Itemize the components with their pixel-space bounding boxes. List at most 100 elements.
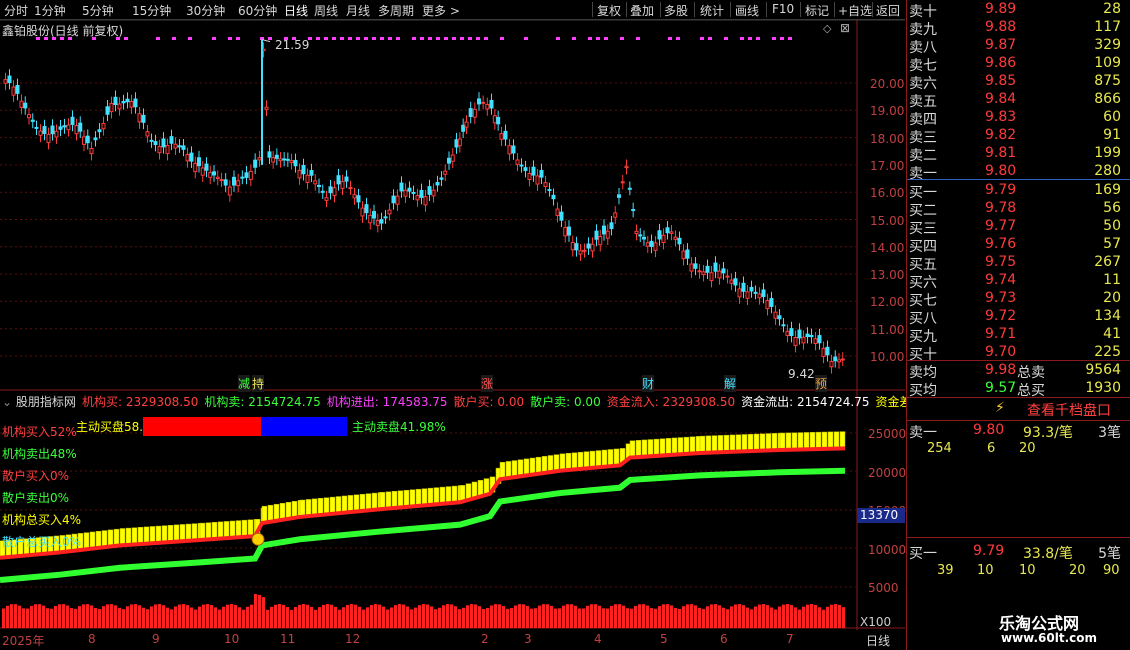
bid-row[interactable]: 买二 9.78 56 [907,199,1130,217]
ask-row[interactable]: 卖十 9.89 28 [907,0,1130,18]
tab-60min[interactable]: 60分钟 [238,2,277,19]
ask-row[interactable]: 卖九 9.88 117 [907,18,1130,36]
indicator-field: 资金流出: 2154724.75 [741,395,869,409]
ask-row[interactable]: 卖五 9.84 866 [907,90,1130,108]
tab-more[interactable]: 更多 > [422,2,460,19]
volume-bar [398,604,401,628]
volume-bar [70,608,73,628]
bid-row[interactable]: 买三 9.77 50 [907,217,1130,235]
button-mark[interactable]: 标记 [805,2,829,19]
tab-timeshare[interactable]: 分时 [4,2,28,19]
volume-bar [410,609,413,628]
bid-row[interactable]: 买八 9.72 134 [907,307,1130,325]
collapse-icon[interactable]: ⌄ [2,395,12,409]
inflow-bar [706,436,711,451]
tab-daily[interactable]: 日线 [284,2,308,19]
event-marker-reduce[interactable]: 减 [238,375,250,392]
ask-row[interactable]: 卖七 9.86 109 [907,54,1130,72]
tab-1min[interactable]: 1分钟 [34,2,66,19]
candle-body [286,159,289,160]
bid-row[interactable]: 买七 9.73 20 [907,289,1130,307]
bid-row[interactable]: 买五 9.75 267 [907,253,1130,271]
button-statistics[interactable]: 统计 [700,2,724,19]
button-overlay[interactable]: 叠加 [630,2,654,19]
candle-body [806,334,809,336]
ask-row[interactable]: 卖三 9.82 91 [907,126,1130,144]
candle-body [24,103,27,108]
period-indicator[interactable]: 日线 [866,632,890,649]
inflow-bar [484,479,489,494]
volume-bar [242,610,245,628]
tab-monthly[interactable]: 月线 [346,2,370,19]
close-icon[interactable]: ⊠ [840,21,850,35]
signal-dot [468,37,472,40]
candle-body [621,182,624,183]
level-price: 9.77 [985,218,1016,234]
volume-bar [650,608,653,628]
ask-row[interactable]: 卖一 9.80 280 [907,162,1130,180]
event-marker-limit-up[interactable]: 涨 [481,375,493,392]
volume-bar [118,608,121,628]
tab-30min[interactable]: 30分钟 [186,2,225,19]
button-adjust-rights[interactable]: 复权 [597,2,621,19]
tab-multi-period[interactable]: 多周期 [378,2,414,19]
volume-bar [346,605,349,628]
volume-bar [110,604,113,628]
button-draw-line[interactable]: 画线 [735,2,759,19]
inflow-bar [648,440,653,455]
candle-body [766,301,769,309]
candle-body [28,115,31,118]
signal-dot [420,37,424,40]
button-add-watchlist[interactable]: +自选 [838,2,872,19]
candle-body [110,103,113,111]
date-tick-label: 3 [524,632,532,646]
volume-bar [494,604,497,628]
button-multi-stock[interactable]: 多股 [664,2,688,19]
volume-bar [754,606,757,628]
inflow-bar [262,506,267,521]
inflow-bar [712,436,717,451]
volume-bar [342,607,345,628]
tab-15min[interactable]: 15分钟 [132,2,171,19]
candle-body [814,339,817,344]
event-marker-forecast[interactable]: 预 [815,375,827,392]
bid-row[interactable]: 买四 9.76 57 [907,235,1130,253]
tab-5min[interactable]: 5分钟 [82,2,114,19]
ask-row[interactable]: 卖四 9.83 60 [907,108,1130,126]
candle-body [420,190,423,197]
ask-row[interactable]: 卖八 9.87 329 [907,36,1130,54]
indicator-name[interactable]: 股朋指标网 [16,395,76,409]
event-marker-hold[interactable]: 持 [252,375,264,392]
button-f10[interactable]: F10 [772,2,794,16]
tab-weekly[interactable]: 周线 [314,2,338,19]
signal-dot [372,37,376,40]
bid-row[interactable]: 买十 9.70 225 [907,343,1130,361]
candle-body [440,178,443,179]
view-1000-level-button[interactable]: ⚡ 查看千档盘口 [907,399,1130,419]
candle-body [182,146,185,149]
candle-body [628,188,631,189]
volume-bar [350,604,353,628]
volume-bar [514,606,517,628]
candle-body [694,264,697,268]
kline-chart-canvas[interactable] [0,20,905,650]
bid-row[interactable]: 买九 9.71 41 [907,325,1130,343]
event-marker-unlock[interactable]: 解 [724,375,736,392]
date-tick-label: 12 [345,632,360,646]
candle-body [318,185,321,186]
bid-row[interactable]: 买六 9.74 11 [907,271,1130,289]
signal-dot [636,37,640,40]
diamond-icon[interactable]: ◇ [823,22,831,35]
inflow-bar [174,525,179,540]
ask-row[interactable]: 卖六 9.85 875 [907,72,1130,90]
signal-dot [396,37,400,40]
volume-bar [590,604,593,628]
inflow-bar [590,451,595,466]
ask-row[interactable]: 卖二 9.81 199 [907,144,1130,162]
event-marker-finance[interactable]: 财 [642,375,654,392]
inflow-bar [126,528,131,543]
volume-bar [642,604,645,628]
volume-bar [46,608,49,628]
button-back[interactable]: 返回 [876,2,900,19]
bid-row[interactable]: 买一 9.79 169 [907,181,1130,199]
